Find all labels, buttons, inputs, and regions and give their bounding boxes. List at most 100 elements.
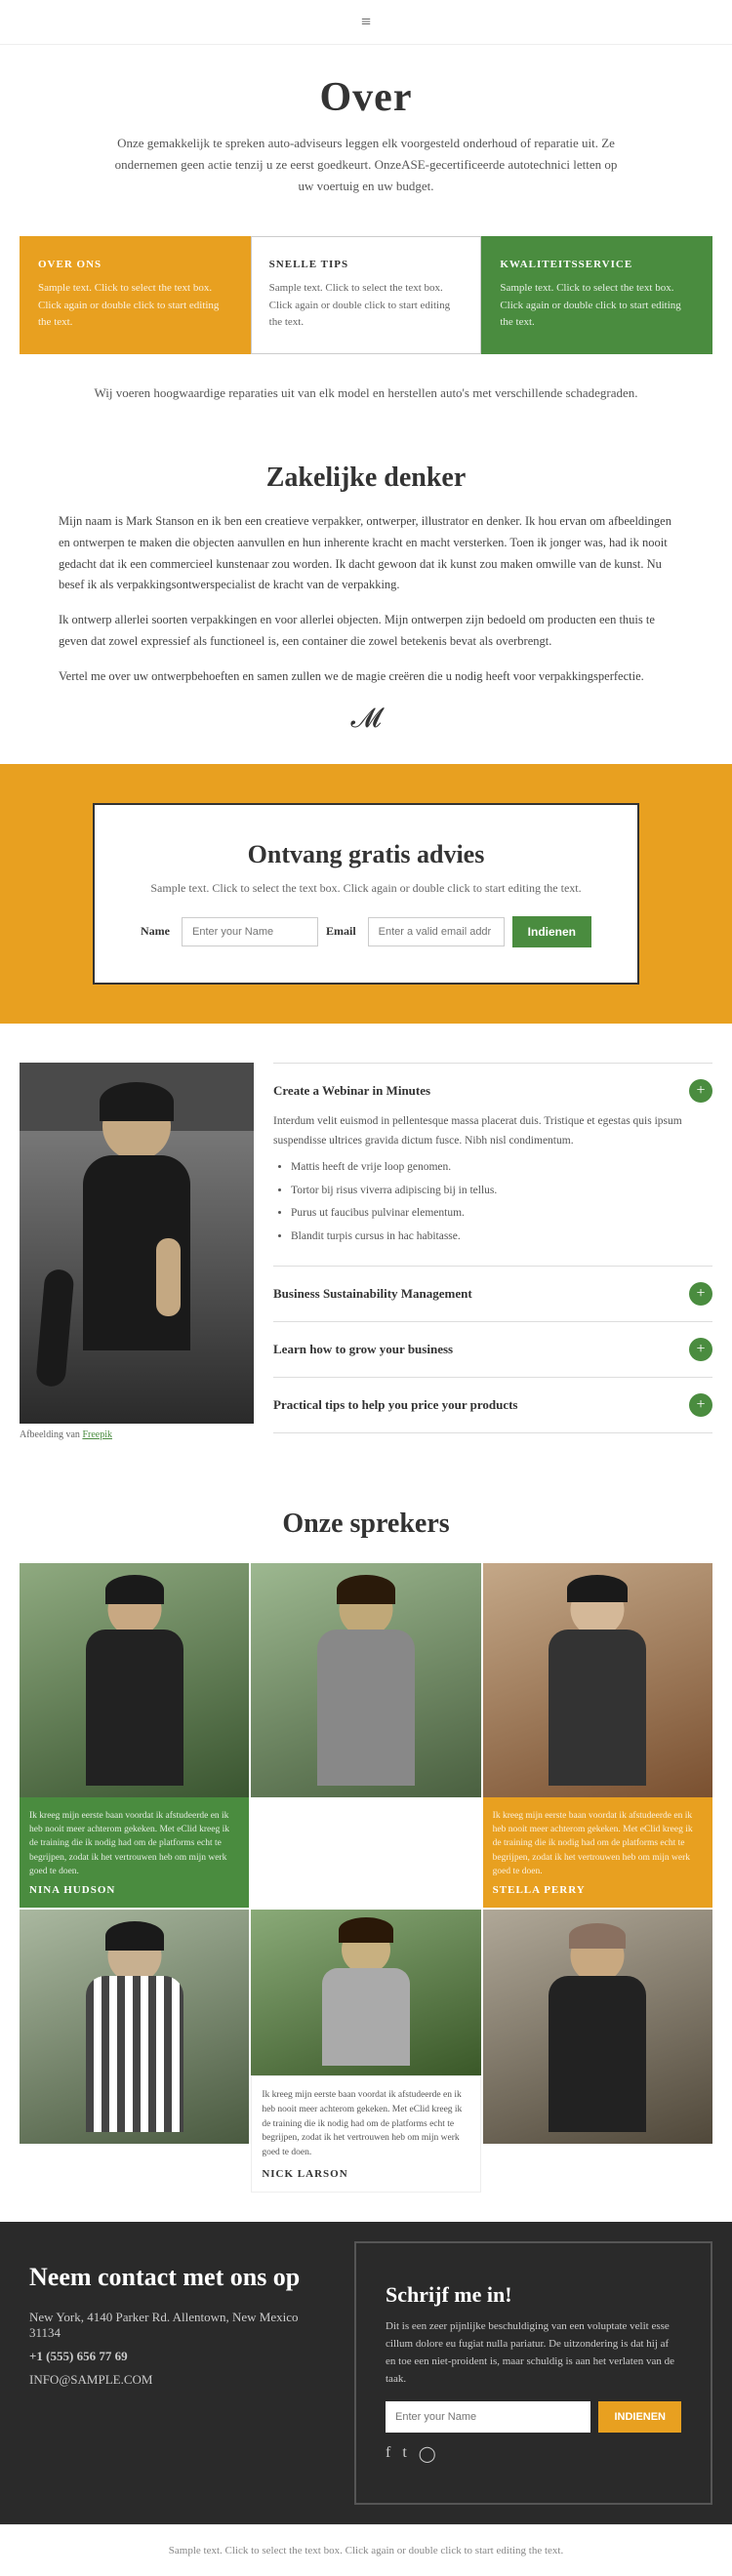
stella-quote: Ik kreeg mijn eerste baan voordat ik afs… bbox=[493, 1809, 703, 1878]
contact-form: INDIENEN bbox=[386, 2401, 681, 2433]
schrijf-submit-button[interactable]: INDIENEN bbox=[598, 2401, 681, 2433]
footer-sample: Sample text. Click to select the text bo… bbox=[0, 2524, 732, 2576]
webinar-item-1: Create a Webinar in Minutes + Interdum v… bbox=[273, 1063, 712, 1267]
repair-caption: Wij voeren hoogwaardige reparaties uit v… bbox=[20, 383, 712, 404]
card-kwaliteitsservice-body: Sample text. Click to select the text bo… bbox=[500, 280, 694, 332]
contact-title: Neem contact met ons op bbox=[29, 2261, 325, 2294]
list-item: Tortor bij risus viverra adipiscing bij … bbox=[291, 1182, 712, 1201]
webinar-item-4-toggle[interactable]: + bbox=[689, 1393, 712, 1417]
webinar-item-1-title: Create a Webinar in Minutes bbox=[273, 1083, 430, 1099]
feature-cards: OVER ONS Sample text. Click to select th… bbox=[20, 236, 712, 354]
webinar-item-3: Learn how to grow your business + bbox=[273, 1322, 712, 1378]
nina-name: NINA HUDSON bbox=[29, 1884, 239, 1896]
zakelijke-title: Zakelijke denker bbox=[59, 463, 673, 494]
header-subtitle: Onze gemakkelijk te spreken auto-adviseu… bbox=[112, 133, 620, 197]
contact-left: Neem contact met ons op New York, 4140 P… bbox=[0, 2222, 354, 2525]
facebook-icon[interactable]: f bbox=[386, 2444, 390, 2464]
sprekers-top-row: Ik kreeg mijn eerste baan voordat ik afs… bbox=[20, 1563, 712, 1908]
zakelijke-section: Zakelijke denker Mijn naam is Mark Stans… bbox=[0, 433, 732, 764]
stella-name: STELLA PERRY bbox=[493, 1884, 703, 1896]
webinar-item-1-toggle[interactable]: + bbox=[689, 1079, 712, 1103]
twitter-icon[interactable]: t bbox=[402, 2444, 406, 2464]
email-input[interactable] bbox=[368, 917, 505, 946]
card-over-ons-body: Sample text. Click to select the text bo… bbox=[38, 280, 232, 332]
spreker-stella: Ik kreeg mijn eerste baan voordat ik afs… bbox=[483, 1563, 712, 1908]
nav-bar: ≡ bbox=[0, 0, 732, 45]
advies-submit-button[interactable]: Indienen bbox=[512, 916, 591, 947]
email-label: Email bbox=[326, 924, 356, 939]
contact-address: New York, 4140 Parker Rd. Allentown, New… bbox=[29, 2310, 325, 2341]
spreker-nick: Ik kreeg mijn eerste baan voordat ik afs… bbox=[251, 1910, 480, 2193]
advies-title: Ontvang gratis advies bbox=[134, 840, 598, 869]
nina-photo bbox=[20, 1563, 249, 1797]
card-snelle-tips-title: SNELLE TIPS bbox=[269, 259, 464, 270]
nick-quote: Ik kreeg mijn eerste baan voordat ik afs… bbox=[262, 2088, 469, 2160]
list-item: Purus ut faucibus pulvinar elementum. bbox=[291, 1204, 712, 1224]
webinar-item-1-list: Mattis heeft de vrije loop genomen. Tort… bbox=[291, 1158, 712, 1246]
contact-form-row: INDIENEN bbox=[386, 2401, 681, 2433]
social-icons: f t ◯ bbox=[386, 2444, 681, 2464]
spreker-nick-col bbox=[251, 1563, 480, 1908]
webinar-item-3-header[interactable]: Learn how to grow your business + bbox=[273, 1338, 712, 1361]
card-snelle-tips-body: Sample text. Click to select the text bo… bbox=[269, 280, 464, 332]
webinar-item-2-title: Business Sustainability Management bbox=[273, 1286, 472, 1302]
sprekers-section: Onze sprekers Ik kreeg mijn eerste baan … bbox=[0, 1479, 732, 2222]
webinar-photo-col: Afbeelding van Freepik bbox=[20, 1063, 254, 1440]
instagram-icon[interactable]: ◯ bbox=[419, 2444, 436, 2464]
woman-stripes-photo bbox=[20, 1910, 249, 2144]
webinar-item-4-header[interactable]: Practical tips to help you price your pr… bbox=[273, 1393, 712, 1417]
webinar-item-3-title: Learn how to grow your business bbox=[273, 1342, 453, 1357]
webinar-item-4-title: Practical tips to help you price your pr… bbox=[273, 1397, 518, 1413]
spreker-older-woman bbox=[483, 1910, 712, 2193]
webinar-item-3-toggle[interactable]: + bbox=[689, 1338, 712, 1361]
card-kwaliteitsservice-title: KWALITEITSSERVICE bbox=[500, 259, 694, 270]
schrijf-title: Schrijf me in! bbox=[386, 2282, 681, 2308]
spreker-woman-stripes bbox=[20, 1910, 249, 2193]
webinar-item-1-text: Interdum velit euismod in pellentesque m… bbox=[273, 1112, 712, 1150]
webinar-item-1-body: Interdum velit euismod in pellentesque m… bbox=[273, 1112, 712, 1246]
schrijf-name-input[interactable] bbox=[386, 2401, 590, 2433]
contact-phone[interactable]: +1 (555) 656 77 69 bbox=[29, 2349, 325, 2364]
hamburger-icon[interactable]: ≡ bbox=[361, 12, 371, 31]
schrijf-body: Dit is een zeer pijnlijke beschuldiging … bbox=[386, 2317, 681, 2389]
advies-form: Name Email Indienen bbox=[134, 916, 598, 947]
advies-subtitle: Sample text. Click to select the text bo… bbox=[134, 879, 598, 897]
advies-section: Ontvang gratis advies Sample text. Click… bbox=[0, 764, 732, 1024]
contact-section: Neem contact met ons op New York, 4140 P… bbox=[0, 2222, 732, 2525]
webinar-item-2-header[interactable]: Business Sustainability Management + bbox=[273, 1282, 712, 1306]
advies-box: Ontvang gratis advies Sample text. Click… bbox=[93, 803, 639, 985]
contact-email[interactable]: INFO@SAMPLE.COM bbox=[29, 2372, 325, 2388]
stella-overlay: Ik kreeg mijn eerste baan voordat ik afs… bbox=[483, 1797, 712, 1908]
card-over-ons[interactable]: OVER ONS Sample text. Click to select th… bbox=[20, 236, 251, 354]
webinar-item-2: Business Sustainability Management + bbox=[273, 1267, 712, 1322]
webinar-item-1-header[interactable]: Create a Webinar in Minutes + bbox=[273, 1079, 712, 1103]
webinar-accordion: Create a Webinar in Minutes + Interdum v… bbox=[254, 1063, 712, 1440]
list-item: Blandit turpis cursus in hac habitasse. bbox=[291, 1228, 712, 1247]
spreker-nina: Ik kreeg mijn eerste baan voordat ik afs… bbox=[20, 1563, 249, 1908]
older-woman-photo bbox=[483, 1910, 712, 2144]
page-header: Over Onze gemakkelijk te spreken auto-ad… bbox=[0, 45, 732, 207]
signature: 𝓜 bbox=[59, 704, 673, 735]
zakelijke-p1: Mijn naam is Mark Stanson en ik ben een … bbox=[59, 511, 673, 597]
webinar-section: Afbeelding van Freepik Create a Webinar … bbox=[20, 1063, 712, 1440]
name-input[interactable] bbox=[182, 917, 318, 946]
webinar-item-2-toggle[interactable]: + bbox=[689, 1282, 712, 1306]
name-label: Name bbox=[141, 924, 170, 939]
zakelijke-p2: Ik ontwerp allerlei soorten verpakkingen… bbox=[59, 610, 673, 653]
page-title: Over bbox=[20, 74, 712, 121]
webinar-img-caption: Afbeelding van Freepik bbox=[20, 1429, 254, 1440]
nina-quote: Ik kreeg mijn eerste baan voordat ik afs… bbox=[29, 1809, 239, 1878]
nick-name: NICK LARSON bbox=[262, 2168, 469, 2180]
card-snelle-tips[interactable]: SNELLE TIPS Sample text. Click to select… bbox=[251, 236, 482, 354]
nina-overlay: Ik kreeg mijn eerste baan voordat ik afs… bbox=[20, 1797, 249, 1908]
sprekers-bottom-row: Ik kreeg mijn eerste baan voordat ik afs… bbox=[20, 1910, 712, 2193]
sprekers-title: Onze sprekers bbox=[20, 1509, 712, 1540]
webinar-item-4: Practical tips to help you price your pr… bbox=[273, 1378, 712, 1433]
card-kwaliteitsservice[interactable]: KWALITEITSSERVICE Sample text. Click to … bbox=[481, 236, 712, 354]
nick-quote-box: Ik kreeg mijn eerste baan voordat ik afs… bbox=[251, 2075, 480, 2193]
freepik-link[interactable]: Freepik bbox=[82, 1429, 112, 1440]
contact-right: Schrijf me in! Dit is een zeer pijnlijke… bbox=[354, 2241, 712, 2506]
webinar-person-photo bbox=[20, 1063, 254, 1424]
zakelijke-p3: Vertel me over uw ontwerpbehoeften en sa… bbox=[59, 666, 673, 688]
nick-photo bbox=[251, 1910, 480, 2075]
